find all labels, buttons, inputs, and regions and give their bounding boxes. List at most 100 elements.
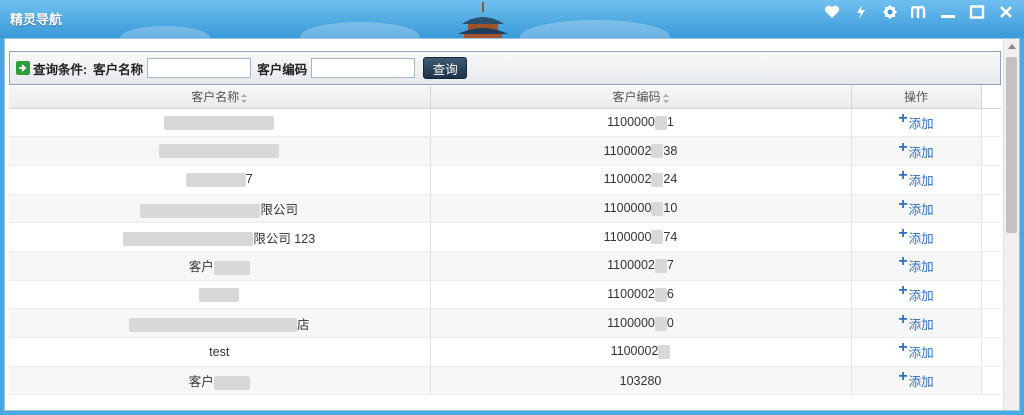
scroll-up-icon[interactable] [1008, 44, 1016, 49]
plus-icon: + [898, 109, 908, 127]
redacted-text [140, 203, 261, 218]
table-row: test 1100002 + 添加 [9, 337, 1001, 367]
customer-name-cell: 7 [9, 165, 431, 195]
redacted-text [213, 375, 250, 390]
heart-icon[interactable] [822, 2, 842, 22]
column-header-name[interactable]: 客户名称 [9, 86, 431, 109]
redacted-text [164, 115, 275, 130]
plus-icon: + [898, 195, 908, 213]
title-bar: 精灵导航 [0, 0, 1024, 38]
customer-name-cell: 店 [9, 308, 431, 338]
customer-name-cell: 限公司 123 [9, 222, 431, 252]
customer-code-label: 客户编码 [257, 62, 308, 77]
maximize-icon[interactable] [967, 2, 987, 22]
customer-code-cell: 1100000 1 [430, 108, 852, 138]
customer-name-cell [9, 136, 431, 166]
plus-icon: + [898, 310, 908, 328]
redacted-text [654, 287, 667, 302]
arrow-right-icon [16, 61, 30, 75]
redacted-text [651, 201, 664, 216]
add-button[interactable]: + 添加 [898, 310, 933, 334]
redacted-text [654, 259, 667, 274]
table-header-row: 客户名称 客户编码 操作 [9, 86, 1001, 109]
redacted-text [651, 144, 664, 159]
customer-name-cell [9, 108, 431, 138]
add-button[interactable]: + 添加 [898, 225, 933, 248]
minimize-icon[interactable] [938, 2, 958, 22]
temple-decoration-icon [458, 2, 508, 38]
redacted-text [128, 318, 297, 333]
redacted-text [654, 316, 667, 331]
window-title: 精灵导航 [10, 12, 63, 27]
plus-icon: + [898, 339, 908, 357]
action-cell: + 添加 [851, 222, 982, 252]
customer-code-cell: 1100002 24 [430, 165, 852, 195]
add-button[interactable]: + 添加 [898, 368, 933, 391]
customer-code-cell: 1100002 38 [430, 136, 852, 166]
redacted-text [658, 345, 671, 360]
action-cell: + 添加 [851, 194, 982, 224]
settings-icon[interactable] [880, 2, 900, 22]
redacted-text [213, 260, 250, 275]
query-button[interactable]: 查询 [423, 57, 468, 79]
scrollbar-thumb[interactable] [1006, 57, 1017, 233]
table-row: 客户 103280 + 添加 [9, 366, 1001, 396]
action-cell: + 添加 [851, 136, 982, 166]
add-button[interactable]: + 添加 [898, 109, 933, 133]
customer-code-cell: 1100002 7 [430, 251, 852, 281]
main-content: 查询条件: 客户名称 客户编码 查询 客户名称 客户编码 操作 1100000 1… [4, 38, 1020, 411]
lightning-icon[interactable] [851, 2, 871, 22]
redacted-text [199, 287, 240, 302]
close-icon[interactable] [996, 2, 1016, 22]
redacted-text [654, 115, 667, 130]
action-cell: + 添加 [851, 108, 982, 138]
customer-table: 客户名称 客户编码 操作 1100000 1 + 添加 1100002 38 + 添加 7 110… [9, 86, 1001, 396]
redacted-text [651, 230, 664, 245]
customer-name-cell [9, 280, 431, 310]
add-button[interactable]: + 添加 [898, 339, 933, 362]
skin-icon[interactable] [909, 2, 929, 22]
search-condition-label: 查询条件: [33, 62, 88, 77]
customer-code-cell: 1100002 6 [430, 280, 852, 310]
add-button[interactable]: + 添加 [898, 167, 933, 190]
customer-code-cell: 1100000 0 [430, 308, 852, 338]
customer-name-cell: test [9, 337, 431, 367]
plus-icon: + [898, 138, 908, 156]
redacted-text [123, 232, 254, 247]
table-row: 1100002 38 + 添加 [9, 136, 1001, 166]
customer-name-input[interactable] [147, 58, 252, 78]
customer-code-input[interactable] [311, 58, 416, 78]
customer-code-cell: 1100002 [430, 337, 852, 367]
table-row: 7 1100002 24 + 添加 [9, 165, 1001, 195]
search-bar: 查询条件: 客户名称 客户编码 查询 [9, 51, 1001, 85]
table-row: 限公司 1100000 10 + 添加 [9, 194, 1001, 224]
redacted-text [159, 144, 280, 159]
customer-code-cell: 1100000 74 [430, 222, 852, 252]
table-row: 1100000 1 + 添加 [9, 108, 1001, 138]
customer-name-label: 客户名称 [93, 62, 144, 77]
add-button[interactable]: + 添加 [898, 195, 933, 219]
action-cell: + 添加 [851, 251, 982, 281]
redacted-text [185, 173, 246, 188]
plus-icon: + [898, 167, 908, 185]
sort-icon [662, 93, 669, 103]
column-header-code[interactable]: 客户编码 [430, 86, 852, 109]
add-button[interactable]: + 添加 [898, 254, 933, 276]
customer-name-cell: 限公司 [9, 194, 431, 224]
plus-icon: + [898, 281, 908, 299]
customer-code-cell: 1100000 10 [430, 194, 852, 224]
action-cell: + 添加 [851, 366, 982, 396]
add-button[interactable]: + 添加 [898, 138, 933, 162]
sort-icon [241, 93, 248, 103]
plus-icon: + [898, 368, 908, 386]
table-row: 店 1100000 0 + 添加 [9, 308, 1001, 338]
table-row: 1100002 6 + 添加 [9, 280, 1001, 310]
vertical-scrollbar[interactable] [1003, 39, 1019, 410]
action-cell: + 添加 [851, 308, 982, 338]
action-cell: + 添加 [851, 165, 982, 195]
action-cell: + 添加 [851, 337, 982, 367]
window-controls [822, 0, 1016, 24]
table-row: 限公司 123 1100000 74 + 添加 [9, 222, 1001, 252]
customer-code-cell: 103280 [430, 366, 852, 396]
add-button[interactable]: + 添加 [898, 281, 933, 305]
